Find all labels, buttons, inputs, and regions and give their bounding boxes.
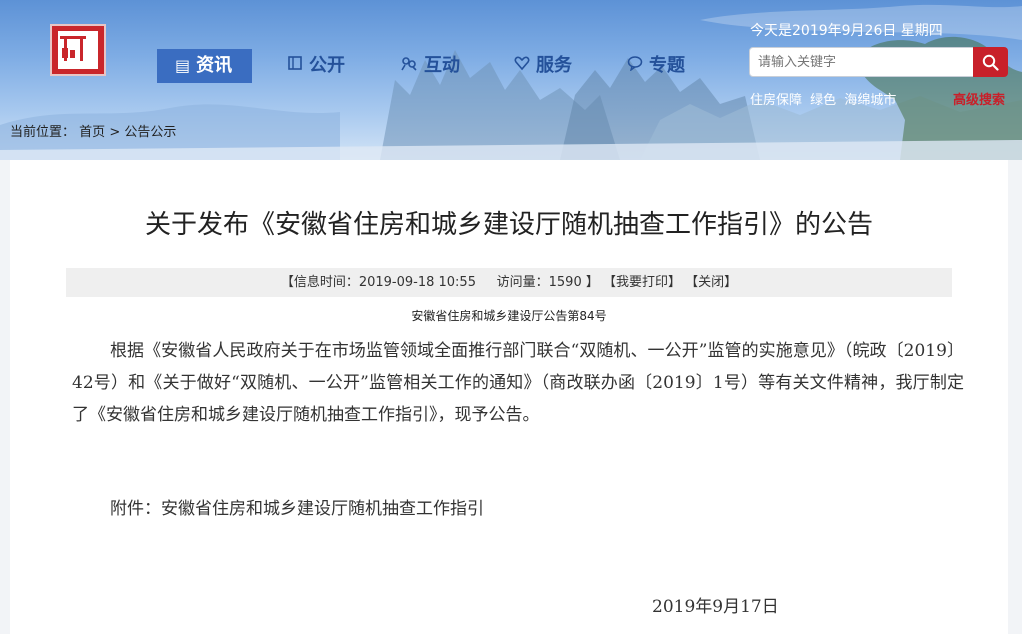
- nav-item-label: 专题: [649, 55, 685, 76]
- nav-item-label: 资讯: [196, 55, 233, 76]
- document-number: 安徽省住房和城乡建设厅公告第84号: [411, 309, 607, 323]
- heart-icon: [514, 49, 530, 83]
- nav-item-label: 服务: [536, 55, 572, 76]
- breadcrumb-home[interactable]: 首页: [79, 125, 105, 140]
- breadcrumb-separator: >: [109, 125, 121, 140]
- breadcrumb: 当前位置： 首页 > 公告公示: [10, 121, 176, 140]
- nav-item-label: 互动: [424, 55, 460, 76]
- quick-links: 住房保障 绿色 海绵城市: [750, 89, 900, 108]
- article-info-bar: 【信息时间：2019-09-18 10:55 访问量：1590 】 【我要打印】…: [66, 268, 952, 297]
- attachment-line[interactable]: 附件：安徽省住房和城乡建设厅随机抽查工作指引: [110, 494, 484, 519]
- nav-item-topics[interactable]: 专题: [627, 49, 685, 83]
- book-icon: [287, 49, 303, 83]
- document-list-icon: ▤: [175, 56, 191, 75]
- advanced-search-link[interactable]: 高级搜索: [953, 89, 1005, 108]
- article-panel: 关于发布《安徽省住房和城乡建设厅随机抽查工作指引》的公告 【信息时间：2019-…: [10, 160, 1008, 634]
- breadcrumb-prefix: 当前位置：: [10, 125, 76, 140]
- current-date: 今天是2019年9月26日 星期四: [750, 23, 943, 39]
- site-logo[interactable]: [50, 24, 106, 76]
- nav-item-service[interactable]: 服务: [514, 49, 572, 83]
- breadcrumb-current[interactable]: 公告公示: [124, 125, 176, 140]
- nav-item-interact[interactable]: 互动: [400, 49, 460, 83]
- search-icon: [982, 54, 999, 71]
- nav-item-public[interactable]: 公开: [287, 49, 345, 83]
- article-title: 关于发布《安徽省住房和城乡建设厅随机抽查工作指引》的公告: [144, 210, 873, 240]
- info-views: 访问量：1590 】: [496, 275, 599, 290]
- close-button[interactable]: 【关闭】: [685, 275, 737, 290]
- search-button[interactable]: [973, 47, 1008, 77]
- nav-item-label: 公开: [309, 55, 345, 76]
- signature-date: 2019年9月17日: [652, 597, 779, 617]
- article-body: 根据《安徽省人民政府关于在市场监管领域全面推行部门联合“双随机、一公开”监管的实…: [72, 341, 964, 425]
- quick-link-sponge-city[interactable]: 海绵城市: [844, 93, 896, 108]
- search-input[interactable]: [749, 47, 974, 77]
- quick-link-green[interactable]: 绿色: [810, 93, 836, 108]
- quick-link-housing[interactable]: 住房保障: [750, 93, 802, 108]
- print-button[interactable]: 【我要打印】: [603, 275, 681, 290]
- interaction-icon: [400, 49, 418, 83]
- nav-item-news[interactable]: ▤ 资讯: [157, 49, 253, 83]
- speech-bubble-icon: [627, 49, 643, 83]
- info-time: 【信息时间：2019-09-18 10:55: [280, 275, 476, 290]
- site-header: ▤ 资讯 公开 互动 服务 专题 今天是2019年9月26日 星期四 请输入关键…: [0, 0, 1022, 160]
